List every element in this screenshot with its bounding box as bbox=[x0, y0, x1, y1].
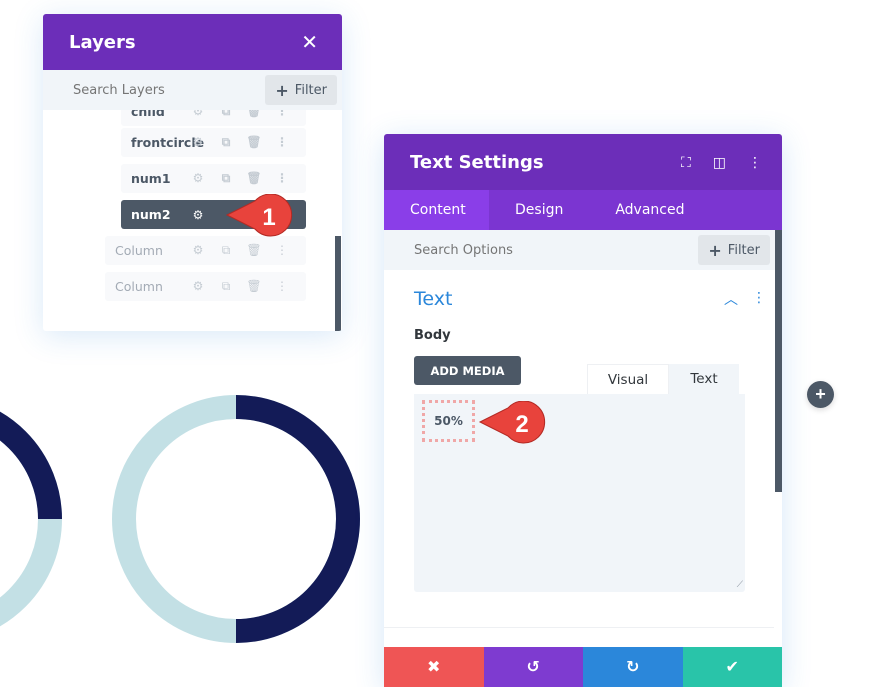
layer-item-column[interactable]: Column ⚙ ⧉ 🗑 ⋮ bbox=[105, 236, 306, 265]
plus-icon: + bbox=[275, 80, 289, 100]
body-textarea[interactable]: 50% ⟋ bbox=[414, 394, 745, 592]
layers-header: Layers ✕ bbox=[43, 14, 342, 70]
search-options-input[interactable] bbox=[414, 242, 584, 258]
plus-icon: + bbox=[708, 240, 722, 260]
add-icon: + bbox=[815, 384, 826, 404]
trash-icon[interactable]: 🗑 bbox=[240, 243, 268, 258]
add-media-button[interactable]: ADD MEDIA bbox=[414, 356, 521, 385]
editor-value[interactable]: 50% bbox=[422, 400, 475, 442]
layers-panel: Layers ✕ + Filter child ⚙⧉🗑⋮ frontcircle… bbox=[43, 14, 342, 331]
redo-icon: ↻ bbox=[626, 659, 640, 676]
trash-icon[interactable]: 🗑 bbox=[240, 135, 268, 150]
modal-title: Text Settings bbox=[410, 151, 544, 173]
text-section-header[interactable]: Text ︿ ⋮ bbox=[384, 270, 782, 310]
fullscreen-icon[interactable]: ⛶ bbox=[681, 154, 691, 171]
layer-item-column[interactable]: Column ⚙ ⧉ 🗑 ⋮ bbox=[105, 272, 306, 301]
text-settings-modal: Text Settings ⛶ ◫ ⋮ Content Design Advan… bbox=[384, 134, 782, 687]
options-filter-button[interactable]: + Filter bbox=[698, 235, 770, 265]
duplicate-icon[interactable]: ⧉ bbox=[212, 110, 240, 119]
badge-number: 2 bbox=[515, 411, 528, 438]
cancel-button[interactable]: ✖ bbox=[384, 647, 484, 687]
badge-number: 1 bbox=[262, 204, 275, 231]
layers-search-row: + Filter bbox=[43, 70, 342, 110]
body-label: Body bbox=[414, 328, 451, 343]
more-icon[interactable]: ⋮ bbox=[268, 135, 296, 150]
search-layers-input[interactable] bbox=[73, 82, 243, 98]
modal-tabs: Content Design Advanced bbox=[384, 190, 782, 230]
resize-handle-icon[interactable]: ⟋ bbox=[737, 579, 743, 590]
close-icon: ✖ bbox=[427, 659, 441, 676]
options-search-row: + Filter bbox=[384, 230, 782, 270]
trash-icon[interactable]: 🗑 bbox=[240, 110, 268, 119]
modal-footer: ✖ ↺ ↻ ✔ bbox=[384, 647, 782, 687]
close-icon[interactable]: ✕ bbox=[301, 30, 318, 55]
right-ring bbox=[112, 395, 360, 643]
check-icon: ✔ bbox=[725, 659, 739, 676]
left-ring-progress bbox=[0, 411, 62, 520]
gear-icon[interactable]: ⚙ bbox=[184, 171, 212, 186]
save-button[interactable]: ✔ bbox=[682, 647, 782, 687]
layer-item-frontcircle[interactable]: frontcircle ⚙ ⧉ 🗑 ⋮ bbox=[121, 128, 306, 157]
filter-label: Filter bbox=[727, 242, 760, 258]
redo-button[interactable]: ↻ bbox=[583, 647, 683, 687]
section-title: Text bbox=[414, 288, 453, 310]
trash-icon[interactable]: 🗑 bbox=[240, 279, 268, 294]
layer-item-num1[interactable]: num1 ⚙ ⧉ 🗑 ⋮ bbox=[121, 164, 306, 193]
gear-icon[interactable]: ⚙ bbox=[184, 135, 212, 150]
more-icon[interactable]: ⋮ bbox=[268, 110, 296, 119]
layers-title: Layers bbox=[69, 31, 136, 53]
duplicate-icon[interactable]: ⧉ bbox=[212, 171, 240, 186]
tab-design[interactable]: Design bbox=[489, 190, 589, 230]
tab-text[interactable]: Text bbox=[669, 364, 739, 394]
gear-icon[interactable]: ⚙ bbox=[184, 243, 212, 258]
tab-advanced[interactable]: Advanced bbox=[589, 190, 710, 230]
add-module-button[interactable]: + bbox=[807, 381, 834, 408]
layer-list: child ⚙ ⧉ 🗑 ⋮ frontcircle ⚙ ⧉ 🗑 ⋮ num1 ⚙ ⧉ 🗑 ⋮ nu… bbox=[43, 110, 342, 331]
more-icon[interactable]: ⋮ bbox=[752, 289, 766, 309]
trash-icon[interactable]: 🗑 bbox=[240, 171, 268, 186]
layers-scrollbar[interactable] bbox=[335, 236, 341, 331]
gear-icon[interactable]: ⚙ bbox=[184, 208, 212, 222]
layers-filter-button[interactable]: + Filter bbox=[265, 75, 337, 105]
divider bbox=[384, 627, 774, 628]
more-icon[interactable]: ⋮ bbox=[268, 171, 296, 186]
split-view-icon[interactable]: ◫ bbox=[713, 154, 726, 171]
layer-item-child[interactable]: child ⚙ ⧉ 🗑 ⋮ bbox=[121, 110, 306, 126]
duplicate-icon[interactable]: ⧉ bbox=[212, 279, 240, 294]
undo-icon: ↺ bbox=[526, 659, 540, 676]
step-badge-1: 1 bbox=[225, 194, 293, 237]
tab-visual[interactable]: Visual bbox=[587, 364, 669, 394]
more-icon[interactable]: ⋮ bbox=[268, 279, 296, 294]
more-icon[interactable]: ⋮ bbox=[268, 243, 296, 258]
modal-header: Text Settings ⛶ ◫ ⋮ bbox=[384, 134, 782, 190]
gear-icon[interactable]: ⚙ bbox=[184, 110, 212, 119]
right-ring-progress bbox=[235, 395, 360, 643]
left-ring bbox=[0, 411, 62, 627]
gear-icon[interactable]: ⚙ bbox=[184, 279, 212, 294]
filter-label: Filter bbox=[294, 82, 327, 98]
more-icon[interactable]: ⋮ bbox=[748, 154, 762, 171]
duplicate-icon[interactable]: ⧉ bbox=[212, 135, 240, 150]
tab-content[interactable]: Content bbox=[384, 190, 489, 230]
chevron-up-icon[interactable]: ︿ bbox=[724, 289, 738, 309]
duplicate-icon[interactable]: ⧉ bbox=[212, 243, 240, 258]
undo-button[interactable]: ↺ bbox=[483, 647, 583, 687]
modal-scrollbar[interactable] bbox=[775, 230, 782, 492]
step-badge-2: 2 bbox=[478, 401, 546, 444]
